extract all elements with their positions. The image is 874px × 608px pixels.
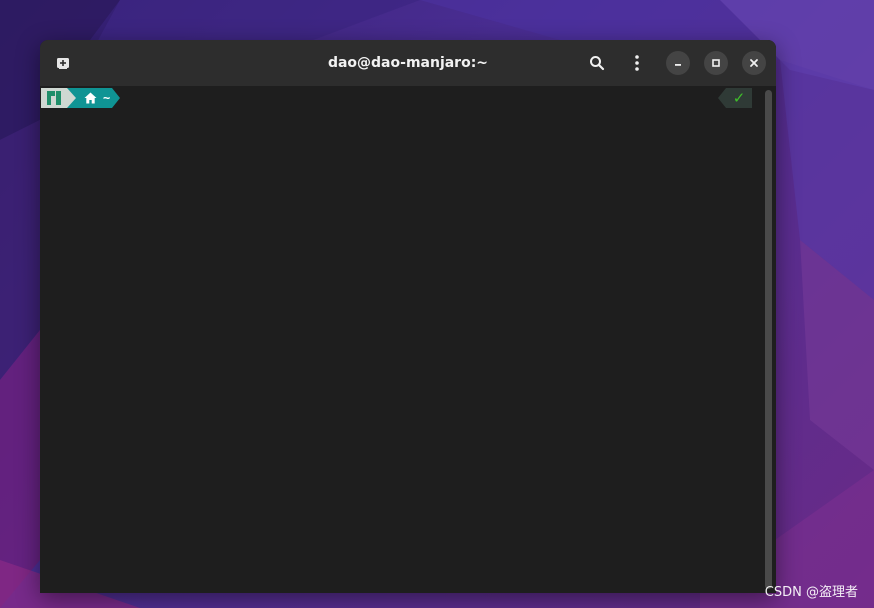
terminal-area[interactable]: ~ ✓ bbox=[40, 86, 776, 593]
prompt-directory: ~ bbox=[103, 91, 111, 105]
prompt-separator bbox=[112, 88, 121, 108]
menu-button[interactable] bbox=[624, 51, 650, 75]
home-icon bbox=[84, 92, 97, 104]
scrollbar[interactable] bbox=[765, 90, 772, 589]
kebab-menu-icon bbox=[635, 55, 639, 71]
prompt-os-segment bbox=[41, 88, 67, 108]
prompt-status: ✓ bbox=[718, 88, 752, 108]
search-button[interactable] bbox=[584, 51, 610, 75]
close-button[interactable] bbox=[742, 51, 766, 75]
close-icon bbox=[750, 59, 758, 67]
minimize-button[interactable] bbox=[666, 51, 690, 75]
maximize-icon bbox=[712, 59, 720, 67]
manjaro-logo-icon bbox=[47, 91, 61, 105]
maximize-button[interactable] bbox=[704, 51, 728, 75]
shell-prompt: ~ bbox=[41, 88, 121, 108]
status-ok-icon: ✓ bbox=[726, 88, 752, 108]
terminal-window: dao@dao-manjaro:~ ~ ✓ bbox=[40, 40, 776, 593]
prompt-separator bbox=[67, 88, 76, 108]
watermark: CSDN @盗理者 bbox=[764, 585, 858, 600]
status-separator bbox=[718, 88, 726, 108]
prompt-directory-segment: ~ bbox=[76, 88, 113, 108]
minimize-icon bbox=[675, 64, 681, 66]
search-icon bbox=[590, 56, 605, 71]
title-bar[interactable]: dao@dao-manjaro:~ bbox=[40, 40, 776, 87]
